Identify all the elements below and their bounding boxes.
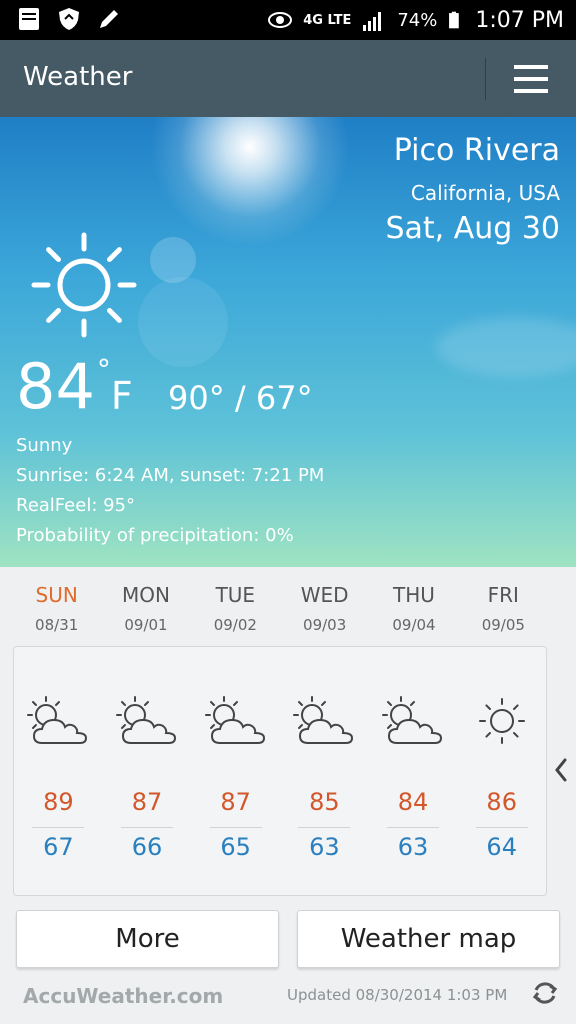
app-title: Weather	[23, 62, 133, 92]
divider	[121, 827, 173, 828]
forecast-day[interactable]: 86 64	[457, 647, 546, 895]
sunny-icon	[31, 232, 137, 338]
forecast-day-header[interactable]: FRI 09/05	[459, 580, 548, 640]
realfeel: RealFeel: 95°	[16, 495, 136, 516]
forecast-day-header[interactable]: THU 09/04	[369, 580, 458, 640]
partly-sunny-icon	[27, 696, 88, 744]
signal-icon	[363, 12, 382, 31]
partly-sunny-icon	[204, 696, 265, 744]
forecast-day-header[interactable]: MON 09/01	[101, 580, 190, 640]
app-bar-divider	[485, 58, 486, 100]
forecast-day[interactable]: 85 63	[280, 647, 369, 895]
condition-details: Sunny Sunrise: 6:24 AM, sunset: 7:21 PM …	[16, 431, 324, 551]
day-date: 08/31	[35, 616, 79, 634]
sun-times: Sunrise: 6:24 AM, sunset: 7:21 PM	[16, 465, 325, 486]
high-temp: 85	[309, 788, 340, 816]
current-conditions: Pico Rivera California, USA Sat, Aug 30 …	[0, 117, 576, 567]
divider	[32, 827, 85, 828]
high-temp: 87	[131, 788, 163, 816]
high-temp: 87	[220, 788, 251, 816]
sunny-icon	[478, 698, 525, 744]
divider	[387, 827, 440, 828]
divider	[475, 827, 528, 828]
divider	[298, 827, 351, 828]
day-name: MON	[122, 583, 170, 607]
accuweather-logo[interactable]: AccuWeather.com	[23, 984, 223, 1008]
chevron-left-icon[interactable]	[552, 756, 570, 784]
day-name: TUE	[215, 583, 256, 607]
more-button[interactable]: More	[16, 910, 279, 968]
region-name: California, USA	[410, 181, 560, 205]
partly-sunny-icon	[293, 696, 354, 744]
bible-app-icon	[19, 8, 39, 30]
low-temp: 63	[309, 833, 340, 861]
forecast-day-header[interactable]: SUN 08/31	[12, 580, 101, 640]
day-date: 09/03	[303, 616, 347, 634]
refresh-icon[interactable]	[530, 978, 560, 1008]
precipitation-probability: Probability of precipitation: 0%	[16, 525, 294, 546]
app-bar: Weather	[0, 40, 576, 117]
degree-symbol: °	[96, 353, 111, 386]
day-name: WED	[300, 583, 349, 607]
low-temp: 66	[131, 833, 163, 861]
day-date: 09/02	[213, 616, 257, 634]
day-date: 09/04	[392, 616, 436, 634]
status-bar: 4G LTE 74% 1:07 PM	[0, 0, 576, 40]
condition-text: Sunny	[16, 435, 73, 456]
high-temp: 84	[397, 788, 429, 816]
cloud-decoration	[436, 317, 576, 377]
forecast-panel: 89 67 87 66 87 65 85 63 84 63 86 64	[13, 646, 547, 896]
battery-percent: 74%	[397, 9, 438, 31]
high-low-temperature: 90° / 67°	[168, 379, 313, 417]
low-temp: 64	[486, 833, 517, 861]
high-temp: 86	[486, 788, 517, 816]
eye-icon	[268, 12, 293, 28]
forecast-day[interactable]: 87 65	[191, 647, 280, 895]
pencil-icon	[100, 10, 118, 28]
lens-flare-decoration	[150, 237, 196, 283]
current-temperature: 84 ° F	[16, 355, 133, 419]
battery-icon	[449, 11, 460, 29]
hamburger-menu-icon[interactable]	[506, 58, 556, 100]
forecast-day[interactable]: 89 67	[14, 647, 103, 895]
sun-glow-decoration	[150, 117, 350, 247]
forecast-day-header[interactable]: TUE 09/02	[191, 580, 280, 640]
day-name: SUN	[35, 583, 78, 607]
last-updated: Updated 08/30/2014 1:03 PM	[287, 986, 508, 1004]
city-name: Pico Rivera	[393, 133, 560, 168]
temperature-unit: F	[110, 374, 133, 418]
temperature-value: 84	[16, 350, 95, 423]
clock: 1:07 PM	[475, 7, 564, 33]
day-name: FRI	[487, 583, 519, 607]
current-date: Sat, Aug 30	[385, 211, 560, 246]
forecast-day[interactable]: 84 63	[369, 647, 458, 895]
forecast-day-headers: SUN 08/31 MON 09/01 TUE 09/02 WED 09/03 …	[12, 580, 548, 640]
network-type: 4G LTE	[303, 12, 352, 28]
low-temp: 63	[397, 833, 429, 861]
partly-sunny-icon	[382, 696, 443, 744]
forecast-day-header[interactable]: WED 09/03	[280, 580, 369, 640]
notification-icons	[16, 6, 122, 32]
low-temp: 67	[43, 833, 74, 861]
day-name: THU	[393, 583, 435, 607]
day-date: 09/05	[481, 616, 525, 634]
lens-flare-decoration	[138, 277, 228, 367]
partly-sunny-icon	[116, 696, 177, 744]
low-temp: 65	[220, 833, 251, 861]
high-temp: 89	[43, 788, 74, 816]
shield-icon	[59, 8, 79, 30]
day-date: 09/01	[124, 616, 168, 634]
forecast-day[interactable]: 87 66	[103, 647, 192, 895]
weather-map-button[interactable]: Weather map	[297, 910, 560, 968]
divider	[209, 827, 262, 828]
system-status: 4G LTE 74% 1:07 PM	[267, 6, 564, 34]
